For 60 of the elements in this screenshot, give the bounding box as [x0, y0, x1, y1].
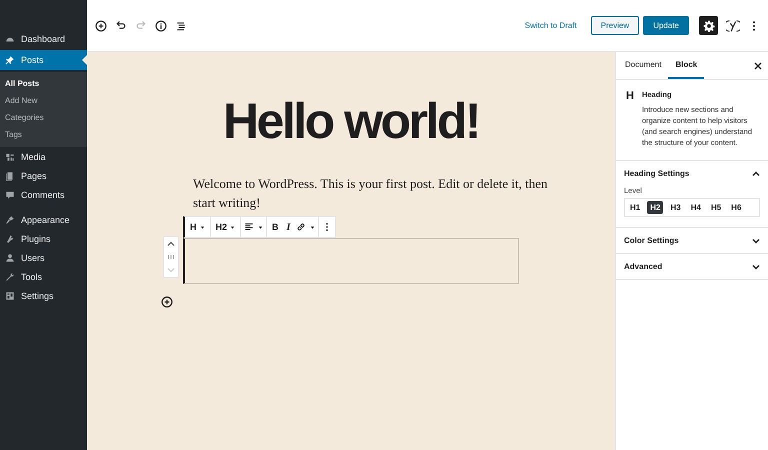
sidebar-item[interactable]: Plugins: [0, 229, 87, 248]
heading-level-option[interactable]: H2: [647, 201, 664, 214]
panel-tab[interactable]: Document: [618, 52, 668, 79]
caret-icon: [230, 224, 236, 230]
preview-button[interactable]: Preview: [590, 16, 640, 35]
submenu-item[interactable]: Add New: [0, 92, 87, 109]
sidebar-item[interactable]: Users: [0, 248, 87, 267]
caret-icon: [258, 224, 264, 230]
section-header[interactable]: Advanced: [616, 254, 768, 279]
paragraph-text[interactable]: Welcome to WordPress. This is your first post. Edit or delete it, then start writing!: [193, 174, 549, 212]
speech-bubble-icon: [5, 190, 15, 200]
info-icon[interactable]: [155, 20, 167, 32]
drag-handle-icon[interactable]: [167, 252, 175, 261]
gear-icon: [702, 20, 714, 32]
heading-level-option[interactable]: H5: [708, 201, 724, 214]
submenu-item[interactable]: Tags: [0, 126, 87, 143]
italic-button[interactable]: I: [284, 222, 292, 232]
bold-button[interactable]: B: [270, 222, 281, 232]
media-icon: [5, 152, 15, 162]
block-type-button[interactable]: H: [188, 222, 206, 232]
update-button[interactable]: Update: [643, 16, 689, 35]
sidebar-item[interactable]: Media: [0, 147, 87, 166]
post-title[interactable]: Hello world!: [133, 92, 569, 150]
heading-level-option[interactable]: H6: [728, 201, 744, 214]
section-header[interactable]: Color Settings: [616, 228, 768, 253]
sidebar-item[interactable]: Dashboard: [0, 29, 87, 48]
submenu-item[interactable]: All Posts: [0, 75, 87, 92]
sidebar-item[interactable]: Appearance: [0, 210, 87, 229]
heading-level-option[interactable]: H1: [627, 201, 644, 214]
align-left-icon[interactable]: [244, 222, 254, 232]
add-block-icon[interactable]: [161, 296, 173, 308]
submenu-item[interactable]: Categories: [0, 109, 87, 126]
move-up-icon[interactable]: [167, 240, 175, 248]
close-icon[interactable]: [754, 62, 762, 70]
sidebar-item[interactable]: Comments: [0, 185, 87, 204]
heading-level-button[interactable]: H2: [214, 222, 238, 232]
sidebar-item[interactable]: Tools: [0, 267, 87, 286]
caret-icon: [200, 224, 204, 230]
sidebar-item[interactable]: Pages: [0, 166, 87, 185]
heading-level-option[interactable]: H3: [667, 201, 684, 214]
user-icon: [5, 252, 15, 262]
panel-tab[interactable]: Block: [668, 52, 704, 79]
settings-icon: [5, 290, 15, 300]
pin-icon: [5, 55, 15, 65]
plugin-logo-icon[interactable]: [726, 18, 740, 32]
pages-icon: [5, 170, 15, 180]
section-header[interactable]: Heading Settings: [616, 161, 768, 186]
brush-icon: [5, 214, 15, 224]
sidebar-item[interactable]: Settings: [0, 286, 87, 305]
link-icon[interactable]: [296, 222, 306, 232]
sidebar-item[interactable]: Posts: [0, 50, 87, 70]
undo-icon[interactable]: [115, 20, 127, 32]
wrench-icon: [5, 272, 15, 282]
settings-button[interactable]: [699, 16, 718, 35]
switch-to-draft-link[interactable]: Switch to Draft: [518, 21, 583, 30]
list-icon[interactable]: [175, 20, 187, 32]
heading-level-option[interactable]: H4: [688, 201, 704, 214]
caret-icon: [310, 224, 316, 230]
heading-block-icon: H: [626, 90, 634, 148]
add-block-icon[interactable]: [95, 20, 107, 32]
